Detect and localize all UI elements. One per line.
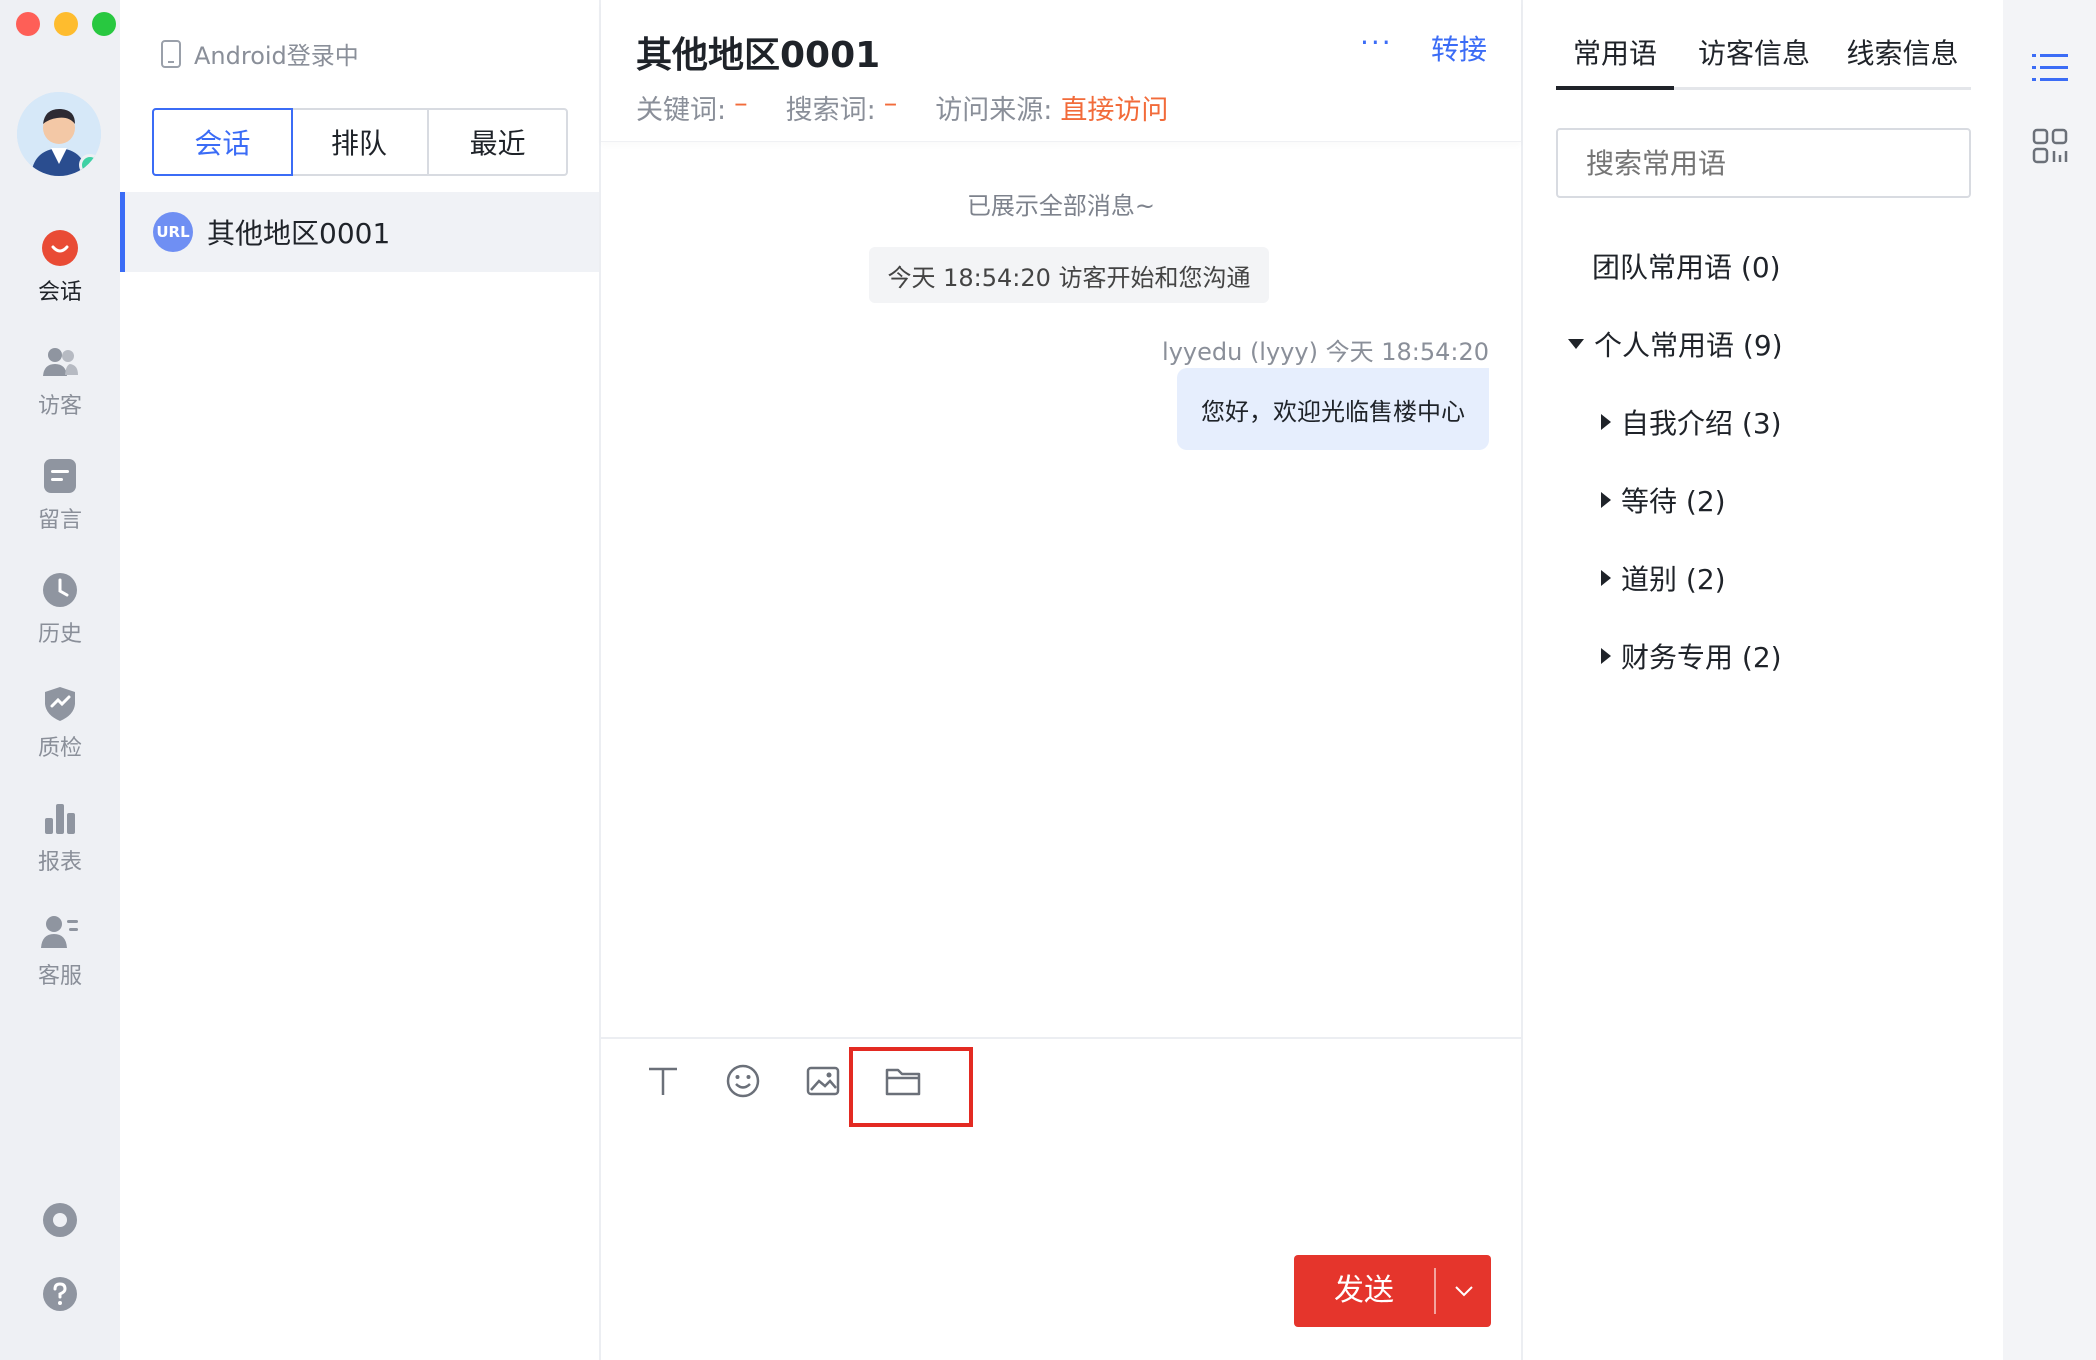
list-icon[interactable]	[2030, 48, 2070, 88]
quick-replies-panel: 常用语 访客信息 线索信息 团队常用语 (0) 个人常用语 (9) 自我介绍 (…	[1523, 0, 2003, 1360]
rail-item-label: 留言	[37, 508, 82, 533]
minimize-window-icon[interactable]	[54, 12, 78, 36]
caret-right-icon	[1601, 648, 1611, 664]
tree-personal-replies[interactable]: 个人常用语 (9)	[1568, 324, 1783, 364]
chat-header: 其他地区0001 ··· 转接 关键词: – 搜索词: – 访问来源: 直接访问	[601, 0, 1521, 142]
send-button[interactable]: 发送	[1294, 1268, 1436, 1314]
tab-queue[interactable]: 排队	[291, 110, 430, 174]
all-messages-shown: 已展示全部消息~	[966, 192, 1156, 220]
send-button-group: 发送	[1294, 1255, 1491, 1327]
rail-item-visitors[interactable]: 访客	[0, 342, 120, 420]
rail-item-history[interactable]: 历史	[0, 570, 120, 648]
composer: 发送	[601, 1037, 1521, 1360]
help-icon[interactable]	[40, 1274, 80, 1314]
rail-item-label: 质检	[37, 736, 82, 761]
chat-title: 其他地区0001	[636, 35, 881, 76]
emoji-icon[interactable]	[723, 1061, 763, 1101]
message-text: 您好，欢迎光临售楼中心	[1201, 397, 1465, 426]
tree-self-intro[interactable]: 自我介绍 (3)	[1601, 402, 1782, 442]
caret-right-icon	[1601, 570, 1611, 586]
rail-item-label: 访客	[37, 394, 82, 419]
tab-visitor-info[interactable]: 访客信息	[1674, 0, 1834, 87]
message-note-icon	[44, 459, 76, 493]
message-bubble: 您好，欢迎光临售楼中心	[1177, 368, 1489, 450]
login-status: Android登录中	[160, 36, 359, 71]
folder-highlight-box	[849, 1047, 973, 1127]
tree-farewell[interactable]: 道别 (2)	[1601, 558, 1726, 598]
window-controls	[16, 12, 116, 36]
image-icon[interactable]	[803, 1061, 843, 1101]
chat-bubble-icon	[42, 230, 78, 266]
panel-tabs: 常用语 访客信息 线索信息	[1556, 0, 1971, 90]
search-word-label: 搜索词:	[785, 95, 876, 126]
online-status-dot	[79, 154, 101, 176]
more-button[interactable]: ···	[1360, 26, 1393, 59]
tab-lead-info[interactable]: 线索信息	[1834, 0, 1971, 87]
session-tabs: 会话 排队 最近	[152, 108, 568, 176]
send-options-button[interactable]	[1436, 1285, 1491, 1297]
close-window-icon[interactable]	[16, 12, 40, 36]
rail-item-chat[interactable]: 会话	[0, 228, 120, 306]
visitors-icon	[43, 348, 78, 376]
login-status-text: Android登录中	[194, 42, 359, 70]
tree-finance[interactable]: 财务专用 (2)	[1601, 636, 1782, 676]
rail-item-agents[interactable]: 客服	[0, 912, 120, 990]
left-rail: 会话 访客 留言 历史 质检 报表 客服	[0, 0, 120, 1360]
avatar[interactable]	[17, 92, 101, 176]
quick-reply-search-input[interactable]	[1556, 128, 1971, 198]
caret-right-icon	[1601, 492, 1611, 508]
tree-node-label: 等待 (2)	[1621, 485, 1726, 518]
bar-chart-icon	[45, 804, 75, 834]
agent-icon	[41, 916, 78, 948]
caret-down-icon	[1568, 339, 1584, 349]
tree-team-replies[interactable]: 团队常用语 (0)	[1592, 246, 1781, 286]
rail-item-label: 会话	[37, 280, 82, 305]
rail-item-messages[interactable]: 留言	[0, 456, 120, 534]
chevron-down-icon	[1454, 1286, 1473, 1297]
tab-quick-replies[interactable]: 常用语	[1556, 0, 1674, 90]
rail-item-label: 历史	[37, 622, 82, 647]
keyword-value: –	[734, 88, 748, 119]
phone-icon	[161, 39, 181, 68]
clock-icon	[43, 573, 77, 607]
source-value[interactable]: 直接访问	[1060, 88, 1168, 127]
rail-item-reports[interactable]: 报表	[0, 798, 120, 876]
tab-recent[interactable]: 最近	[429, 110, 566, 174]
right-tool-strip	[2003, 0, 2096, 1360]
visitor-meta: 关键词: – 搜索词: – 访问来源: 直接访问	[636, 88, 1198, 127]
tree-node-label: 团队常用语 (0)	[1592, 251, 1781, 284]
rail-item-label: 客服	[37, 964, 82, 989]
chat-panel: 其他地区0001 ··· 转接 关键词: – 搜索词: – 访问来源: 直接访问…	[601, 0, 1523, 1360]
zoom-window-icon[interactable]	[92, 12, 116, 36]
text-format-icon[interactable]	[643, 1061, 683, 1101]
conversation-start-notice: 今天 18:54:20 访客开始和您沟通	[869, 247, 1269, 303]
keyword-label: 关键词:	[636, 95, 727, 126]
session-item[interactable]: URL 其他地区0001	[120, 192, 599, 272]
rail-item-label: 报表	[37, 850, 82, 875]
tree-node-label: 个人常用语 (9)	[1594, 329, 1783, 362]
source-label: 访问来源:	[935, 95, 1053, 126]
rail-item-quality[interactable]: 质检	[0, 684, 120, 762]
url-badge: URL	[153, 212, 193, 252]
apps-grid-icon[interactable]	[2032, 128, 2068, 164]
caret-right-icon	[1601, 414, 1611, 430]
session-list-panel: Android登录中 会话 排队 最近 URL 其他地区0001	[120, 0, 601, 1360]
tree-node-label: 自我介绍 (3)	[1621, 407, 1782, 440]
transfer-button[interactable]: 转接	[1431, 28, 1487, 68]
tree-node-label: 道别 (2)	[1621, 563, 1726, 596]
message-meta: lyyedu (lyyy) 今天 18:54:20	[1162, 338, 1489, 366]
tree-node-label: 财务专用 (2)	[1621, 641, 1782, 674]
session-name: 其他地区0001	[207, 217, 391, 250]
settings-icon[interactable]	[40, 1200, 80, 1240]
search-word-value: –	[883, 88, 898, 119]
shield-check-icon	[45, 687, 75, 721]
tree-waiting[interactable]: 等待 (2)	[1601, 480, 1726, 520]
tab-sessions[interactable]: 会话	[152, 108, 293, 176]
